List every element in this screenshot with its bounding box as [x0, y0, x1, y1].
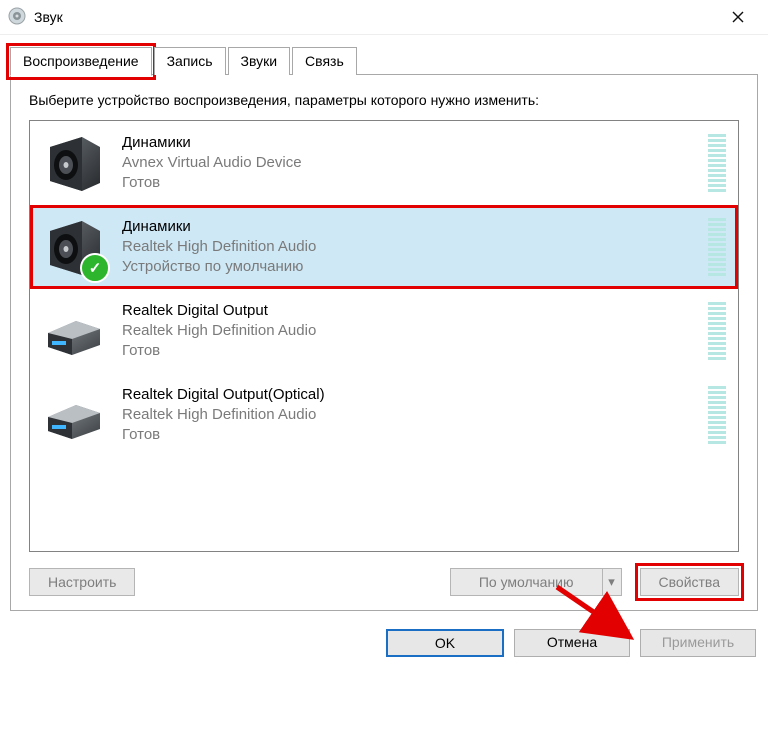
window-title: Звук — [34, 9, 63, 25]
tab-bar: Воспроизведение Запись Звуки Связь — [0, 35, 768, 75]
speaker-icon — [42, 131, 106, 195]
device-status: Готов — [122, 425, 700, 445]
device-text-block: ДинамикиRealtek High Definition AudioУст… — [122, 217, 700, 278]
dialog-button-row: OK Отмена Применить — [0, 621, 768, 665]
chevron-down-icon: ▾ — [608, 574, 615, 590]
set-default-button[interactable]: По умолчанию ▾ — [450, 568, 622, 596]
action-button-row: Настроить По умолчанию ▾ Свойства — [29, 568, 739, 596]
device-text-block: Realtek Digital OutputRealtek High Defin… — [122, 301, 700, 362]
device-status: Готов — [122, 341, 700, 361]
set-default-label: По умолчанию — [451, 569, 603, 595]
tab-content: Выберите устройство воспроизведения, пар… — [10, 75, 758, 611]
device-status: Устройство по умолчанию — [122, 257, 700, 277]
device-row[interactable]: Realtek Digital Output(Optical)Realtek H… — [30, 373, 738, 457]
digital-output-icon — [42, 383, 106, 447]
device-subtitle: Realtek High Definition Audio — [122, 237, 700, 257]
device-row[interactable]: ✓ ДинамикиRealtek High Definition AudioУс… — [30, 205, 738, 289]
level-meter — [708, 134, 726, 192]
tab-playback[interactable]: Воспроизведение — [10, 47, 152, 76]
device-row[interactable]: ДинамикиAvnex Virtual Audio DeviceГотов — [30, 121, 738, 205]
device-name: Динамики — [122, 133, 700, 153]
device-subtitle: Avnex Virtual Audio Device — [122, 153, 700, 173]
set-default-dropdown[interactable]: ▾ — [603, 569, 621, 595]
device-subtitle: Realtek High Definition Audio — [122, 321, 700, 341]
apply-button[interactable]: Применить — [640, 629, 756, 657]
level-meter — [708, 386, 726, 444]
level-meter — [708, 218, 726, 276]
device-text-block: ДинамикиAvnex Virtual Audio DeviceГотов — [122, 133, 700, 194]
close-button[interactable] — [716, 3, 760, 31]
speaker-app-icon — [8, 7, 26, 28]
device-name: Realtek Digital Output(Optical) — [122, 385, 700, 405]
instruction-text: Выберите устройство воспроизведения, пар… — [29, 91, 739, 110]
device-name: Динамики — [122, 217, 700, 237]
properties-button[interactable]: Свойства — [640, 568, 739, 596]
ok-button[interactable]: OK — [386, 629, 504, 657]
tab-sounds[interactable]: Звуки — [228, 47, 291, 75]
close-icon — [732, 11, 744, 23]
title-bar: Звук — [0, 0, 768, 35]
digital-output-icon — [42, 299, 106, 363]
cancel-button[interactable]: Отмена — [514, 629, 630, 657]
level-meter — [708, 302, 726, 360]
configure-button[interactable]: Настроить — [29, 568, 135, 596]
default-check-icon: ✓ — [80, 253, 110, 283]
speaker-icon: ✓ — [42, 215, 106, 279]
device-row[interactable]: Realtek Digital OutputRealtek High Defin… — [30, 289, 738, 373]
tab-communications[interactable]: Связь — [292, 47, 357, 75]
device-text-block: Realtek Digital Output(Optical)Realtek H… — [122, 385, 700, 446]
device-subtitle: Realtek High Definition Audio — [122, 405, 700, 425]
device-status: Готов — [122, 173, 700, 193]
tab-recording[interactable]: Запись — [154, 47, 226, 75]
device-name: Realtek Digital Output — [122, 301, 700, 321]
device-list[interactable]: ДинамикиAvnex Virtual Audio DeviceГотов … — [29, 120, 739, 552]
